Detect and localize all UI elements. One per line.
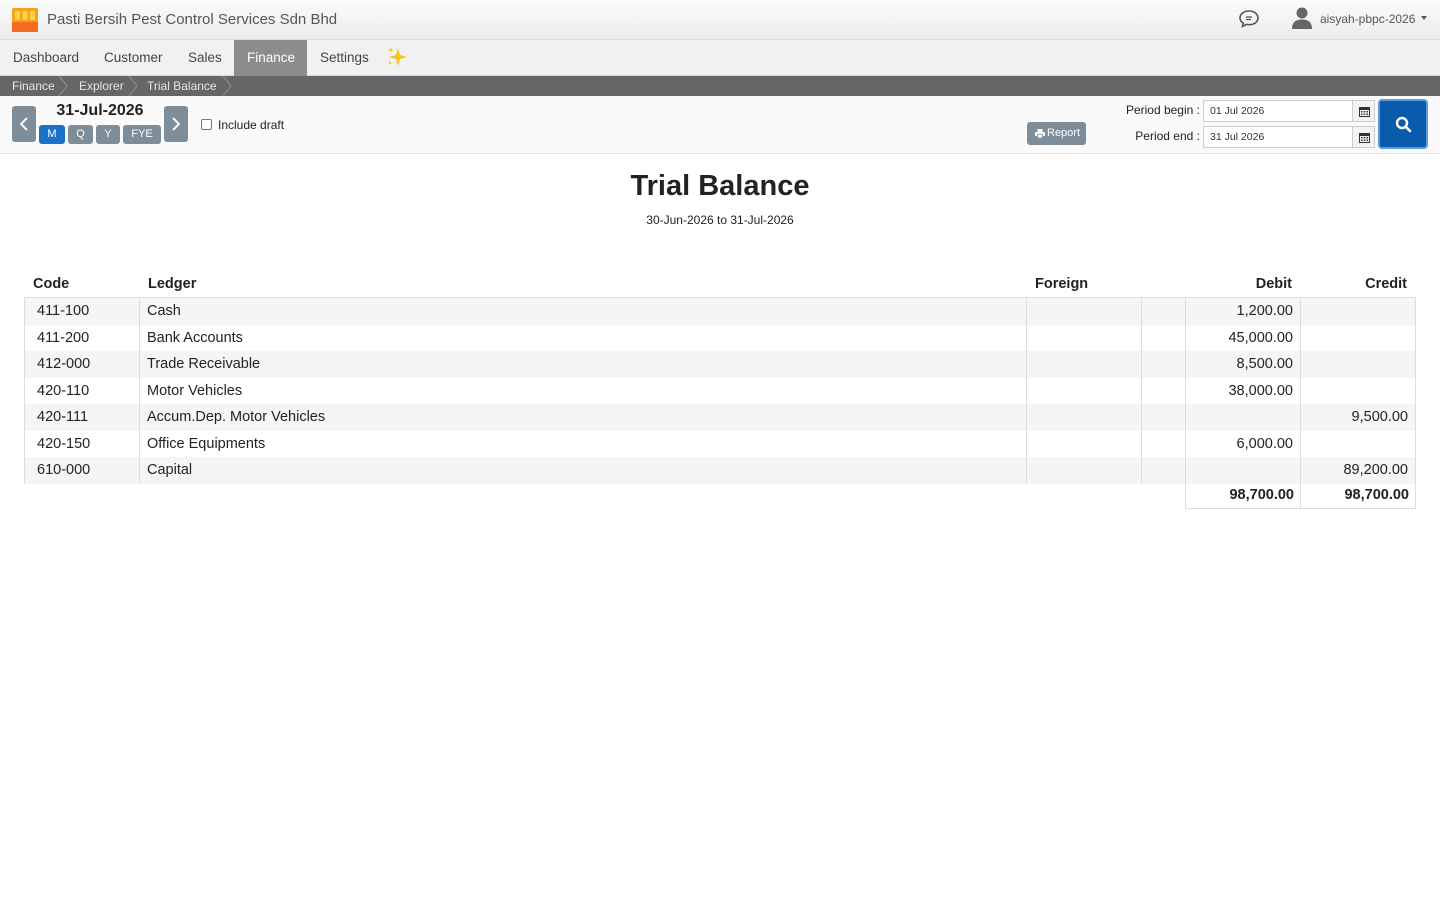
period-quarter-button[interactable]: Q: [68, 125, 93, 144]
period-end-label: Period end :: [1135, 129, 1200, 143]
app-logo-icon[interactable]: [12, 8, 38, 32]
breadcrumb-separator-icon: [58, 76, 68, 96]
breadcrumb-explorer[interactable]: Explorer: [79, 76, 124, 96]
current-date: 31-Jul-2026: [56, 102, 144, 119]
main-nav: Dashboard Customer Sales Finance Setting…: [0, 40, 1440, 76]
include-draft-label[interactable]: Include draft: [218, 118, 284, 132]
table-row[interactable]: 411-100 Cash 1,200.00: [25, 298, 1415, 325]
credit-cell: [1302, 431, 1408, 458]
ledger-cell: Cash: [147, 303, 181, 319]
breadcrumb-separator-icon: [128, 76, 138, 96]
user-icon[interactable]: [1291, 6, 1313, 30]
ledger-cell: Motor Vehicles: [147, 382, 243, 399]
period-year-button[interactable]: Y: [96, 125, 120, 144]
user-menu[interactable]: aisyah-pbpc-2026: [1320, 12, 1415, 26]
breadcrumb-separator-icon: [222, 76, 232, 96]
column-header-debit: Debit: [1255, 276, 1292, 292]
report-date-range: 30-Jun-2026 to 31-Jul-2026: [646, 213, 794, 227]
debit-cell: 1,200.00: [1236, 303, 1293, 319]
breadcrumb: Finance Explorer Trial Balance: [0, 76, 1440, 96]
code-cell: 411-200: [37, 329, 90, 346]
code-cell: 420-110: [37, 382, 90, 399]
debit-cell: 8,500.00: [1236, 356, 1293, 372]
column-divider: [1300, 298, 1301, 483]
nav-sales[interactable]: Sales: [175, 40, 235, 76]
nav-settings[interactable]: Settings: [307, 40, 382, 76]
period-end-input[interactable]: [1203, 126, 1353, 148]
column-header-credit: Credit: [1365, 276, 1407, 292]
table-row[interactable]: 420-110 Motor Vehicles 38,000.00: [25, 377, 1415, 405]
table-row[interactable]: 412-000 Trade Receivable 8,500.00: [25, 351, 1415, 378]
nav-finance[interactable]: Finance: [234, 40, 307, 76]
code-cell: 412-000: [37, 356, 91, 372]
ledger-cell: Bank Accounts: [147, 329, 243, 346]
report-button[interactable]: Report: [1027, 122, 1086, 145]
breadcrumb-trial-balance[interactable]: Trial Balance: [147, 76, 217, 96]
credit-cell: [1302, 298, 1408, 325]
table-row[interactable]: 411-200 Bank Accounts 45,000.00: [25, 324, 1415, 352]
code-cell: 420-150: [37, 435, 91, 452]
chevron-down-icon[interactable]: [1421, 16, 1427, 20]
credit-cell: [1302, 325, 1408, 352]
debit-cell: [1187, 404, 1293, 431]
code-cell: 610-000: [37, 462, 91, 478]
search-button[interactable]: [1378, 99, 1428, 149]
table-row[interactable]: 420-111 Accum.Dep. Motor Vehicles 9,500.00: [25, 404, 1415, 431]
include-draft-checkbox[interactable]: [201, 119, 212, 130]
company-name[interactable]: Pasti Bersih Pest Control Services Sdn B…: [47, 11, 337, 28]
breadcrumb-finance[interactable]: Finance: [12, 76, 55, 96]
nav-customer[interactable]: Customer: [91, 40, 176, 76]
report-toolbar: 31-Jul-2026 M Q Y FYE Include draft Repo…: [0, 96, 1440, 154]
credit-cell: [1302, 351, 1408, 378]
code-cell: 411-100: [37, 303, 90, 319]
chat-icon[interactable]: [1238, 9, 1260, 29]
report-button-label: Report: [1047, 127, 1081, 139]
report-title: Trial Balance: [630, 170, 810, 202]
column-header-code: Code: [33, 276, 70, 292]
period-begin-calendar-button[interactable]: [1352, 100, 1375, 122]
period-begin-input[interactable]: [1203, 100, 1353, 122]
credit-cell: 89,200.00: [1343, 462, 1408, 478]
column-divider: [1026, 298, 1027, 483]
code-cell: 420-111: [37, 409, 89, 425]
debit-cell: 45,000.00: [1228, 329, 1293, 346]
search-icon: [1395, 116, 1412, 133]
sparkles-icon[interactable]: [386, 46, 408, 68]
total-credit: 98,700.00: [1300, 483, 1416, 509]
debit-cell: 38,000.00: [1228, 382, 1293, 399]
period-begin-label: Period begin :: [1125, 103, 1200, 117]
column-divider: [1141, 298, 1142, 483]
column-header-foreign: Foreign: [1035, 276, 1089, 292]
debit-cell: 6,000.00: [1236, 435, 1293, 452]
ledger-cell: Office Equipments: [147, 435, 266, 452]
credit-cell: 9,500.00: [1351, 409, 1408, 425]
next-period-button[interactable]: [164, 106, 188, 142]
ledger-cell: Trade Receivable: [147, 356, 261, 372]
top-bar: Pasti Bersih Pest Control Services Sdn B…: [0, 0, 1440, 40]
debit-cell: [1187, 457, 1293, 484]
column-divider: [139, 298, 140, 483]
calendar-icon: [1359, 133, 1370, 143]
nav-dashboard[interactable]: Dashboard: [0, 40, 92, 76]
column-divider: [1185, 298, 1186, 483]
period-month-button[interactable]: M: [39, 125, 65, 144]
previous-period-button[interactable]: [12, 106, 36, 142]
total-debit: 98,700.00: [1185, 483, 1301, 509]
column-header-ledger: Ledger: [148, 276, 197, 292]
printer-icon: [1035, 129, 1045, 138]
ledger-cell: Capital: [147, 462, 193, 478]
credit-cell: [1302, 378, 1408, 405]
period-end-calendar-button[interactable]: [1352, 126, 1375, 148]
chevron-right-icon: [172, 117, 181, 131]
trial-balance-table: 411-100 Cash 1,200.00 411-200 Bank Accounts 4…: [24, 297, 1416, 484]
chevron-left-icon: [19, 117, 28, 131]
table-row[interactable]: 610-000 Capital 89,200.00: [25, 457, 1415, 484]
ledger-cell: Accum.Dep. Motor Vehicles: [147, 409, 326, 425]
table-row[interactable]: 420-150 Office Equipments 6,000.00: [25, 430, 1415, 458]
period-fye-button[interactable]: FYE: [123, 125, 161, 144]
calendar-icon: [1359, 107, 1370, 117]
